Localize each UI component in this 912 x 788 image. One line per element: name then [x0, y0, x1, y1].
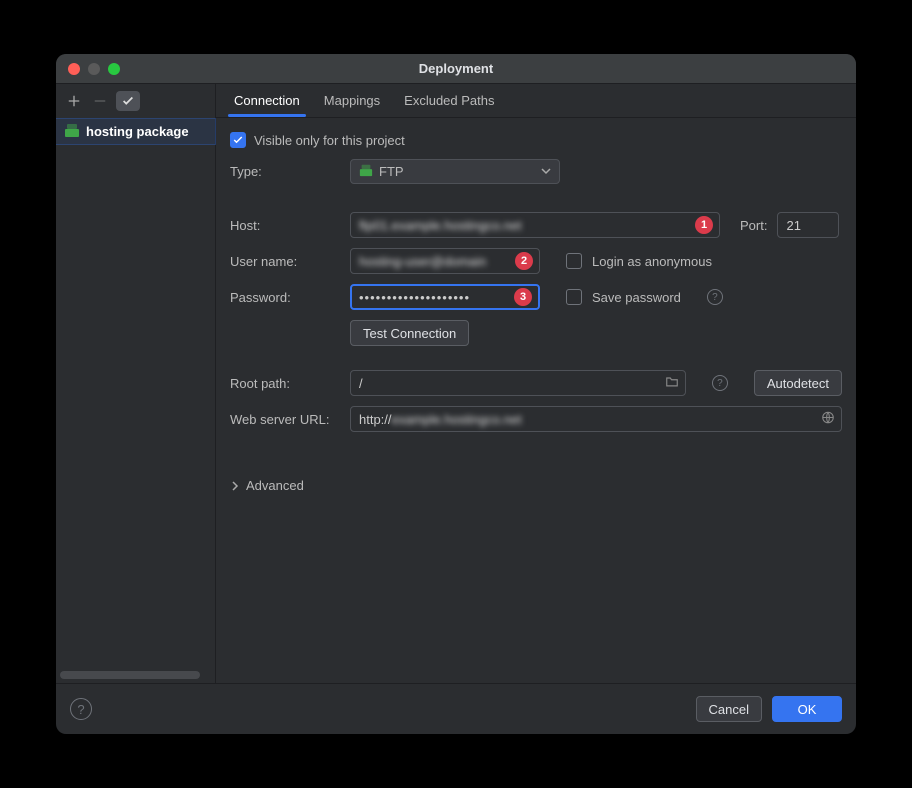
cancel-button[interactable]: Cancel	[696, 696, 762, 722]
visible-only-label: Visible only for this project	[254, 133, 405, 148]
footer: ? Cancel OK	[56, 683, 856, 734]
sidebar: hosting package	[56, 84, 216, 683]
sidebar-scrollbar[interactable]	[60, 671, 200, 679]
main-area: hosting package Connection Mappings Excl…	[56, 84, 856, 683]
visible-only-row: Visible only for this project	[230, 132, 842, 148]
port-label: Port:	[740, 218, 767, 233]
autodetect-button[interactable]: Autodetect	[754, 370, 842, 396]
type-value: FTP	[379, 164, 404, 179]
sidebar-toolbar	[56, 84, 215, 118]
password-input[interactable]: •••••••••••••••••••• 3	[350, 284, 540, 310]
tabs: Connection Mappings Excluded Paths	[216, 84, 856, 118]
folder-browse-icon[interactable]	[665, 375, 679, 392]
sidebar-item-label: hosting package	[86, 124, 189, 139]
titlebar: Deployment	[56, 54, 856, 84]
type-label: Type:	[230, 164, 340, 179]
content-pane: Connection Mappings Excluded Paths Visib…	[216, 84, 856, 683]
tab-mappings[interactable]: Mappings	[320, 85, 384, 116]
connection-form: Visible only for this project Type: FTP	[216, 118, 856, 499]
server-icon	[64, 122, 80, 141]
port-input[interactable]: 21	[777, 212, 839, 238]
test-connection-button[interactable]: Test Connection	[350, 320, 469, 346]
password-label: Password:	[230, 290, 340, 305]
root-path-help-icon[interactable]: ?	[712, 375, 728, 391]
test-connection-row: Test Connection	[230, 320, 842, 346]
remove-server-button[interactable]	[90, 91, 110, 111]
help-button[interactable]: ?	[70, 698, 92, 720]
save-password-help-icon[interactable]: ?	[707, 289, 723, 305]
web-url-input[interactable]: http://example.hostingco.net	[350, 406, 842, 432]
password-row: Password: •••••••••••••••••••• 3 Save pa…	[230, 284, 842, 310]
annotation-badge-3: 3	[514, 288, 532, 306]
host-label: Host:	[230, 218, 340, 233]
tab-connection[interactable]: Connection	[230, 85, 304, 116]
add-server-button[interactable]	[64, 91, 84, 111]
web-url-label: Web server URL:	[230, 412, 340, 427]
advanced-toggle[interactable]: Advanced	[230, 472, 842, 499]
window-title: Deployment	[56, 61, 856, 76]
advanced-label: Advanced	[246, 478, 304, 493]
host-input[interactable]: ftp01.example.hostingco.net 1	[350, 212, 720, 238]
visible-only-checkbox[interactable]	[230, 132, 246, 148]
ftp-icon	[359, 163, 373, 180]
host-row: Host: ftp01.example.hostingco.net 1 Port…	[230, 212, 842, 238]
annotation-badge-2: 2	[515, 252, 533, 270]
login-anonymous-checkbox[interactable]	[566, 253, 582, 269]
root-path-input[interactable]: /	[350, 370, 686, 396]
ok-button[interactable]: OK	[772, 696, 842, 722]
username-row: User name: hosting-user@domain 2 Login a…	[230, 248, 842, 274]
login-anonymous-label: Login as anonymous	[592, 254, 712, 269]
root-path-label: Root path:	[230, 376, 340, 391]
sidebar-item-hosting-package[interactable]: hosting package	[56, 118, 216, 145]
username-label: User name:	[230, 254, 340, 269]
web-url-row: Web server URL: http://example.hostingco…	[230, 406, 842, 432]
chevron-down-icon	[541, 166, 551, 176]
save-password-checkbox[interactable]	[566, 289, 582, 305]
globe-icon[interactable]	[821, 411, 835, 428]
annotation-badge-1: 1	[695, 216, 713, 234]
save-password-label: Save password	[592, 290, 681, 305]
chevron-right-icon	[230, 481, 240, 491]
username-input[interactable]: hosting-user@domain 2	[350, 248, 540, 274]
root-path-row: Root path: / ? Autodetect	[230, 370, 842, 396]
type-select[interactable]: FTP	[350, 159, 560, 184]
type-row: Type: FTP	[230, 158, 842, 184]
set-default-button[interactable]	[116, 91, 140, 111]
deployment-window: Deployment hosting package	[56, 54, 856, 734]
tab-excluded-paths[interactable]: Excluded Paths	[400, 85, 498, 116]
